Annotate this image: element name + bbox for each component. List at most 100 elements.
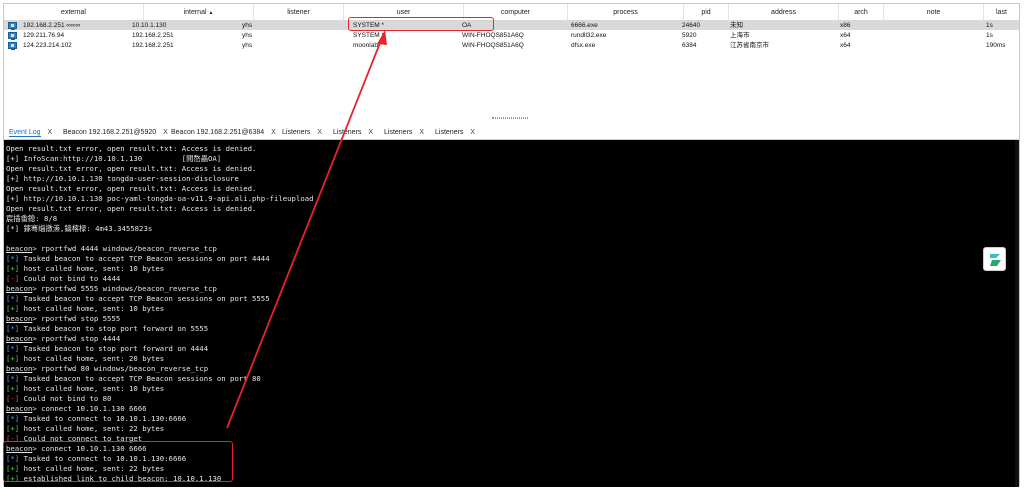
tab-listeners[interactable]: Listeners X bbox=[384, 125, 424, 140]
console-prefix: [-] bbox=[6, 394, 20, 403]
console-line: Open result.txt error, open result.txt: … bbox=[6, 204, 256, 214]
tab-beacon-6384[interactable]: Beacon 192.168.2.251@6384 X bbox=[171, 125, 276, 140]
table-row[interactable]: 129.211.76.94 192.168.2.251 yhs SYSTEM *… bbox=[4, 31, 1019, 40]
tab-listeners[interactable]: Listeners X bbox=[282, 125, 322, 140]
tab-close-button[interactable]: X bbox=[470, 129, 475, 136]
beacon-console[interactable]: Open result.txt error, open result.txt: … bbox=[4, 140, 1019, 487]
tab-close-button[interactable]: X bbox=[163, 129, 168, 136]
console-line: [*] Tasked beacon to stop port forward o… bbox=[6, 324, 208, 334]
cell-user: SYSTEM * bbox=[353, 32, 385, 39]
console-line: [+] http://10.10.1.130 tongda-user-sessi… bbox=[6, 174, 239, 184]
console-prefix: beacon bbox=[6, 404, 33, 413]
console-prefix: beacon bbox=[6, 334, 33, 343]
sessions-table: external internal ▲ listener user comput… bbox=[4, 4, 1019, 114]
console-text: Tasked beacon to stop port forward on 44… bbox=[19, 344, 209, 353]
cell-computer: WIN-FHOQS851A6Q bbox=[462, 32, 524, 39]
console-text: Tasked beacon to accept TCP Beacon sessi… bbox=[19, 374, 261, 383]
col-pid[interactable]: pid bbox=[684, 4, 729, 21]
col-internal-label: internal bbox=[183, 9, 207, 16]
cell-arch: x86 bbox=[840, 22, 851, 29]
computer-icon bbox=[8, 22, 17, 30]
tab-label: Listeners bbox=[333, 129, 362, 136]
col-arch[interactable]: arch bbox=[839, 4, 884, 21]
tab-listeners[interactable]: Listeners X bbox=[333, 125, 373, 140]
cell-arch: x64 bbox=[840, 42, 851, 49]
cell-computer: WIN-FHOQS851A6Q bbox=[462, 42, 524, 49]
console-line: [*] Tasked beacon to accept TCP Beacon s… bbox=[6, 374, 261, 384]
col-external[interactable]: external bbox=[4, 4, 144, 21]
tab-label: Listeners bbox=[282, 129, 311, 136]
col-note[interactable]: note bbox=[884, 4, 984, 21]
console-line: [-] Could not bind to 80 bbox=[6, 394, 111, 404]
table-row[interactable]: 192.168.2.251 ∞∞∞ 10.10.1.130 yhs SYSTEM… bbox=[4, 21, 1019, 30]
console-text: [+] http://10.10.1.130 poc-yaml-tongda-o… bbox=[6, 194, 314, 203]
cell-process: dfsx.exe bbox=[571, 42, 596, 49]
table-header: external internal ▲ listener user comput… bbox=[4, 4, 1019, 21]
console-prefix: [*] bbox=[6, 414, 20, 423]
splitter-grip[interactable] bbox=[492, 117, 528, 119]
console-prefix: [+] bbox=[6, 264, 20, 273]
cell-address: 未知 bbox=[730, 22, 743, 29]
cell-last: 1s bbox=[986, 32, 993, 39]
tab-event-log[interactable]: Event Log X bbox=[9, 125, 52, 140]
console-text: [*] 鎵弿缁撴潫,鑰楁椂: 4m43.3455823s bbox=[6, 224, 153, 233]
cell-external: 192.168.2.251 ∞∞∞ bbox=[23, 22, 81, 29]
tab-label: Listeners bbox=[435, 129, 464, 136]
console-line: [+] host called home, sent: 20 bytes bbox=[6, 354, 164, 364]
table-row[interactable]: 124.223.214.102 192.168.2.251 yhs moonla… bbox=[4, 41, 1019, 50]
console-text: host called home, sent: 10 bytes bbox=[19, 384, 165, 393]
console-line: beacon> rportfwd stop 5555 bbox=[6, 314, 120, 324]
sort-ascending-icon: ▲ bbox=[208, 10, 214, 16]
computer-icon bbox=[8, 32, 17, 40]
cell-listener: yhs bbox=[242, 22, 253, 29]
col-listener[interactable]: listener bbox=[254, 4, 344, 21]
console-text: Could not bind to 80 bbox=[19, 394, 112, 403]
tab-listeners[interactable]: Listeners X bbox=[435, 125, 475, 140]
computer-icon bbox=[8, 42, 17, 50]
cell-pid: 5920 bbox=[682, 32, 697, 39]
console-prefix: beacon bbox=[6, 364, 33, 373]
console-line: [*] Tasked beacon to accept TCP Beacon s… bbox=[6, 294, 270, 304]
tab-label: Beacon 192.168.2.251@6384 bbox=[171, 129, 265, 136]
annotation-user-box bbox=[348, 17, 494, 31]
console-line: Open result.txt error, open result.txt: … bbox=[6, 164, 256, 174]
cell-process: 6666.exe bbox=[571, 22, 598, 29]
cell-note bbox=[884, 41, 974, 50]
tab-close-button[interactable]: X bbox=[271, 129, 276, 136]
tab-bar: Event Log X Beacon 192.168.2.251@5920 X Be… bbox=[4, 125, 1019, 140]
app-logo-icon[interactable] bbox=[983, 247, 1006, 271]
cell-internal: 10.10.1.130 bbox=[132, 22, 167, 29]
col-process[interactable]: process bbox=[568, 4, 684, 21]
cell-last: 1s bbox=[986, 22, 993, 29]
console-line: [*] 鎵弿缁撴潫,鑰楁椂: 4m43.3455823s bbox=[6, 224, 152, 234]
col-internal[interactable]: internal ▲ bbox=[144, 4, 254, 21]
pane-splitter[interactable] bbox=[4, 114, 1019, 122]
console-line: beacon> rportfwd stop 4444 bbox=[6, 334, 120, 344]
col-last[interactable]: last bbox=[984, 4, 1019, 21]
console-text: host called home, sent: 10 bytes bbox=[19, 264, 165, 273]
col-address[interactable]: address bbox=[729, 4, 839, 21]
cell-address: 上海市 bbox=[730, 32, 750, 39]
console-prefix: [+] bbox=[6, 304, 20, 313]
console-text: Could not bind to 4444 bbox=[19, 274, 121, 283]
console-prefix: [+] bbox=[6, 384, 20, 393]
console-scrollbar[interactable] bbox=[1015, 140, 1019, 487]
tab-close-button[interactable]: X bbox=[419, 129, 424, 136]
console-prefix: [*] bbox=[6, 374, 20, 383]
console-text: Tasked beacon to accept TCP Beacon sessi… bbox=[19, 294, 270, 303]
tab-close-button[interactable]: X bbox=[317, 129, 322, 136]
console-line: [+] host called home, sent: 22 bytes bbox=[6, 424, 164, 434]
console-line: [+] InfoScan:http://10.10.1.130 [閲嶅畾OA] bbox=[6, 154, 221, 164]
console-prefix: [+] bbox=[6, 354, 20, 363]
cell-note bbox=[884, 21, 974, 30]
console-prefix: [*] bbox=[6, 344, 20, 353]
tab-beacon-5920[interactable]: Beacon 192.168.2.251@5920 X bbox=[63, 125, 168, 140]
console-text: > connect 10.10.1.130 6666 bbox=[32, 404, 147, 413]
cell-arch: x64 bbox=[840, 32, 851, 39]
cell-internal: 192.168.2.251 bbox=[132, 32, 174, 39]
app-logo-glyph bbox=[990, 254, 1001, 266]
tab-close-button[interactable]: X bbox=[368, 129, 373, 136]
annotation-console-box bbox=[3, 441, 233, 482]
console-line: Open result.txt error, open result.txt: … bbox=[6, 184, 256, 194]
tab-close-button[interactable]: X bbox=[48, 129, 53, 136]
